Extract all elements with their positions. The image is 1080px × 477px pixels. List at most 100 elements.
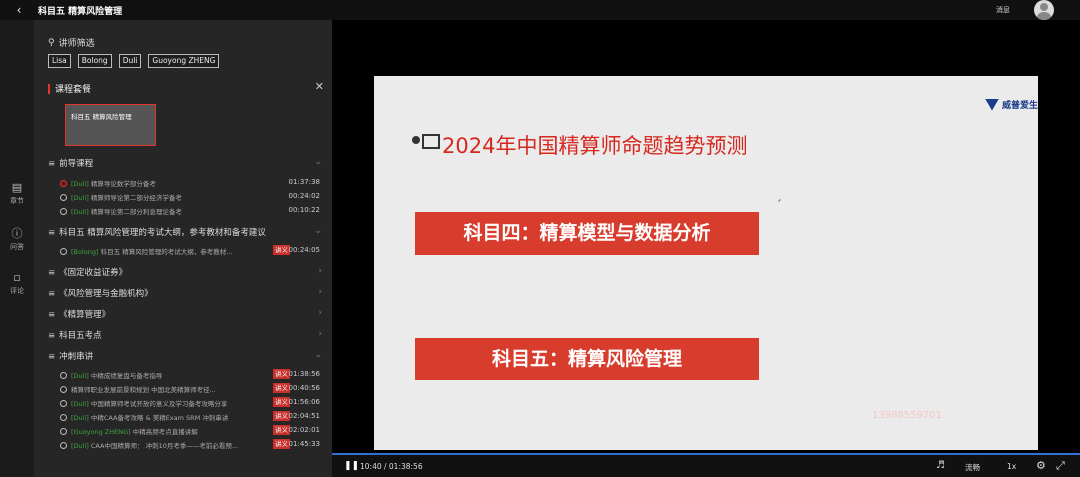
gear-icon[interactable]: ⚙ (1036, 459, 1046, 472)
chevron-down-icon: ⌄ (314, 157, 322, 167)
watermark: 13988559701 (872, 410, 942, 421)
rail-label: 章节 (10, 197, 24, 205)
handout-badge[interactable]: 讲义 (273, 411, 290, 421)
filter-label: 讲师筛选 (58, 39, 95, 49)
slide-title: 2024年中国精算师命题趋势预测 (412, 130, 747, 160)
messages-link[interactable]: 消息 (996, 5, 1010, 15)
chip-bolong[interactable]: Bolong (77, 54, 112, 68)
brand-logo: 威普爱生 (984, 98, 1038, 111)
lesson-item[interactable]: [Duli] 中精CAA备考攻略 & 美精Exam SRM 冲刺串讲 讲义 02… (60, 411, 322, 422)
group-header[interactable]: ≡ 科目五 精算风险管理的考试大纲，参考教材和备考建议 ⌄ (48, 226, 324, 238)
lesson-item[interactable]: [Duli] 精算导论第二部分利息理论备考 00:10:22 (60, 206, 322, 216)
rail-qa[interactable]: ⓘ 问答 (0, 228, 34, 252)
group-title: 《固定收益证券》 (59, 268, 128, 278)
group-header[interactable]: ≡ 冲刺串讲 ⌄ (48, 350, 324, 362)
chevron-right-icon: › (318, 287, 322, 297)
menu-icon: ≡ (48, 289, 56, 299)
lesson-title: 中国精算师考试开放的意义及学习备考攻略分享 (90, 400, 228, 408)
lesson-item[interactable]: 精算师职业发展前景和规划 中国北美精算师考径... 讲义 00:40:56 (60, 383, 322, 394)
slide-title-text: 2024年中国精算师命题趋势预测 (442, 134, 748, 158)
close-icon[interactable]: ✕ (315, 80, 324, 93)
lesson-tag: [Duli] (71, 208, 89, 216)
handout-badge[interactable]: 讲义 (273, 397, 290, 407)
chevron-right-icon: › (318, 329, 322, 339)
chevron-right-icon: › (318, 266, 322, 276)
lesson-duration: 02:04:51 (288, 412, 320, 420)
group-header[interactable]: ≡ 《固定收益证券》 › (48, 266, 324, 278)
lesson-title: 科目五 精算风险管理的考试大纲，参考教材... (100, 248, 233, 256)
group-title: 《精算管理》 (59, 310, 111, 320)
volume-icon[interactable]: ♬ (936, 460, 945, 471)
pause-icon[interactable]: ❚❚ (344, 461, 359, 471)
speed-button[interactable]: 1x (1007, 462, 1016, 471)
avatar[interactable] (1034, 0, 1054, 20)
circle-icon (60, 248, 67, 255)
comment-icon: ▫ (13, 271, 21, 284)
lesson-duration: 01:56:06 (288, 398, 320, 406)
circle-icon (60, 386, 67, 393)
chevron-down-icon: ⌄ (314, 350, 322, 360)
rail-label: 问答 (10, 243, 24, 251)
lesson-tag: [Guoyong ZHENG] (71, 428, 131, 436)
rail-comments[interactable]: ▫ 评论 (0, 272, 34, 296)
course-package-label: 课程套餐 (55, 85, 92, 95)
group-header[interactable]: ≡ 《风险管理与金融机构》 › (48, 287, 324, 299)
handout-badge[interactable]: 讲义 (273, 439, 290, 449)
group-title: 冲刺串讲 (59, 352, 94, 362)
side-rail: ▤ 章节 ⓘ 问答 ▫ 评论 (0, 20, 34, 477)
handout-badge[interactable]: 讲义 (273, 383, 290, 393)
handout-badge[interactable]: 讲义 (273, 245, 290, 255)
group-header[interactable]: ≡ 科目五考点 › (48, 329, 324, 341)
lesson-title: 精算导论数学部分备考 (90, 180, 156, 188)
chip-lisa[interactable]: Lisa (48, 54, 71, 68)
back-chevron-left-icon[interactable]: ‹ (0, 3, 38, 17)
lesson-title: 精算师导论第二部分经济学备考 (90, 194, 182, 202)
filter-icon: ⚲ (48, 37, 55, 48)
cursor-mark (778, 199, 781, 202)
course-panel: ⚲ 讲师筛选 Lisa Bolong Duli Guoyong ZHENG 课程… (34, 20, 332, 477)
lesson-duration: 00:24:05 (288, 246, 320, 254)
logo-mark-icon (984, 98, 999, 111)
lesson-item[interactable]: [Duli] 精算导论数学部分备考 01:37:38 (60, 178, 322, 188)
group-header[interactable]: ≡ 前导课程 ⌄ (48, 157, 324, 169)
lesson-title: 精算导论第二部分利息理论备考 (90, 208, 182, 216)
menu-icon: ≡ (48, 331, 56, 341)
time-display: 10:40 / 01:38:56 (360, 462, 423, 471)
fullscreen-icon[interactable]: ⤢ (1056, 459, 1065, 473)
circle-icon (60, 442, 67, 449)
logo-text: 威普爱生 (1001, 101, 1038, 111)
chip-duli[interactable]: Duli (118, 54, 142, 68)
teacher-chips: Lisa Bolong Duli Guoyong ZHENG (48, 54, 220, 68)
playing-icon (60, 180, 67, 187)
lesson-tag: [Duli] (71, 442, 89, 450)
circle-icon (60, 414, 67, 421)
chapters-icon: ▤ (11, 181, 23, 194)
lesson-duration: 02:02:01 (288, 426, 320, 434)
rail-chapters[interactable]: ▤ 章节 (0, 182, 34, 206)
lesson-duration: 01:38:56 (288, 370, 320, 378)
lesson-title: 精算师职业发展前景和规划 中国北美精算师考径... (71, 386, 216, 394)
lesson-item[interactable]: [Duli] CAA中国精算师： 冲刺10月考季——考前必看预... 讲义 01… (60, 439, 322, 450)
question-icon: ⓘ (11, 227, 23, 240)
group-title: 科目五 精算风险管理的考试大纲，参考教材和备考建议 (59, 228, 266, 238)
lesson-duration: 00:40:56 (288, 384, 320, 392)
course-card[interactable]: 科目五 精算风险管理 (65, 104, 156, 146)
chip-guoyong[interactable]: Guoyong ZHENG (148, 54, 220, 68)
accent-bar (48, 83, 50, 94)
lesson-item[interactable]: [Bolong] 科目五 精算风险管理的考试大纲，参考教材... 讲义 00:2… (60, 245, 322, 256)
video-player[interactable]: 威普爱生 2024年中国精算师命题趋势预测 科目四：精算模型与数据分析 科目五：… (332, 20, 1080, 453)
lesson-item[interactable]: [Duli] 中国精算师考试开放的意义及学习备考攻略分享 讲义 01:56:06 (60, 397, 322, 408)
chevron-down-icon: ⌄ (314, 226, 322, 236)
lesson-item[interactable]: [Guoyong ZHENG] 中精高频考点直播讲解 讲义 02:02:01 (60, 425, 322, 436)
handout-badge[interactable]: 讲义 (273, 425, 290, 435)
lesson-item[interactable]: [Duli] 精算师导论第二部分经济学备考 00:24:02 (60, 192, 322, 202)
quality-button[interactable]: 流畅 (965, 462, 980, 473)
lesson-tag: [Duli] (71, 194, 89, 202)
circle-icon (60, 428, 67, 435)
group-title: 科目五考点 (59, 331, 102, 341)
lesson-tag: [Duli] (71, 180, 89, 188)
lesson-item[interactable]: [Duli] 中精成绩复盘与备考指导 讲义 01:38:56 (60, 369, 322, 380)
handout-badge[interactable]: 讲义 (273, 369, 290, 379)
group-header[interactable]: ≡ 《精算管理》 › (48, 308, 324, 320)
menu-icon: ≡ (48, 228, 56, 238)
